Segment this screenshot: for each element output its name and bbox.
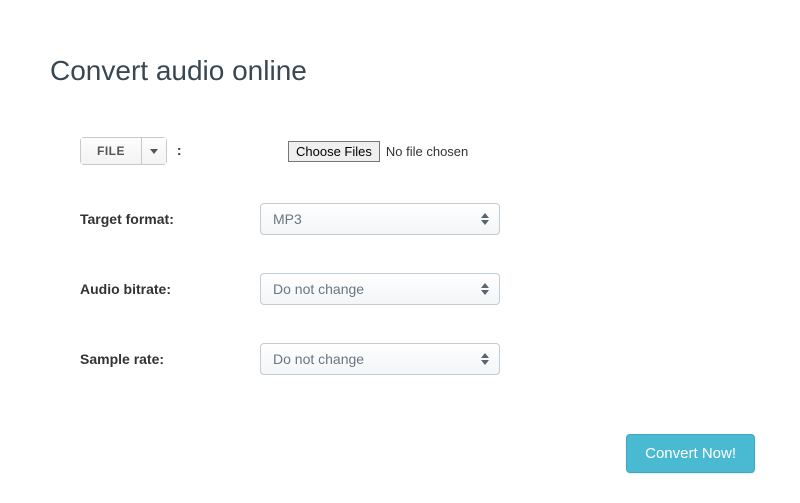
sort-icon [481,213,489,225]
triangle-up-icon [481,283,489,288]
triangle-down-icon [481,220,489,225]
page-title: Convert audio online [50,55,750,87]
sample-rate-label: Sample rate: [80,351,260,367]
file-row: FILE : Choose Files No file chosen [80,137,750,165]
choose-files-button[interactable]: Choose Files [288,141,380,162]
file-button-group: FILE [80,137,167,165]
target-format-row: Target format: MP3 [80,203,750,235]
triangle-down-icon [481,290,489,295]
target-format-label: Target format: [80,211,260,227]
file-button[interactable]: FILE [80,137,142,165]
file-dropdown-button[interactable] [142,137,167,165]
convert-button[interactable]: Convert Now! [626,434,755,473]
sort-icon [481,283,489,295]
no-file-text: No file chosen [386,144,468,159]
audio-bitrate-value: Do not change [273,281,364,297]
file-source-group: FILE : [80,137,260,165]
triangle-up-icon [481,353,489,358]
audio-bitrate-select[interactable]: Do not change [260,273,500,305]
target-format-value: MP3 [273,211,302,227]
sample-rate-select[interactable]: Do not change [260,343,500,375]
caret-down-icon [150,149,158,154]
target-format-select[interactable]: MP3 [260,203,500,235]
sample-rate-value: Do not change [273,351,364,367]
sample-rate-row: Sample rate: Do not change [80,343,750,375]
sort-icon [481,353,489,365]
file-colon: : [177,142,182,158]
audio-bitrate-row: Audio bitrate: Do not change [80,273,750,305]
choose-file-group: Choose Files No file chosen [288,141,468,162]
audio-bitrate-label: Audio bitrate: [80,281,260,297]
convert-form: FILE : Choose Files No file chosen Targe… [50,137,750,375]
triangle-up-icon [481,213,489,218]
triangle-down-icon [481,360,489,365]
